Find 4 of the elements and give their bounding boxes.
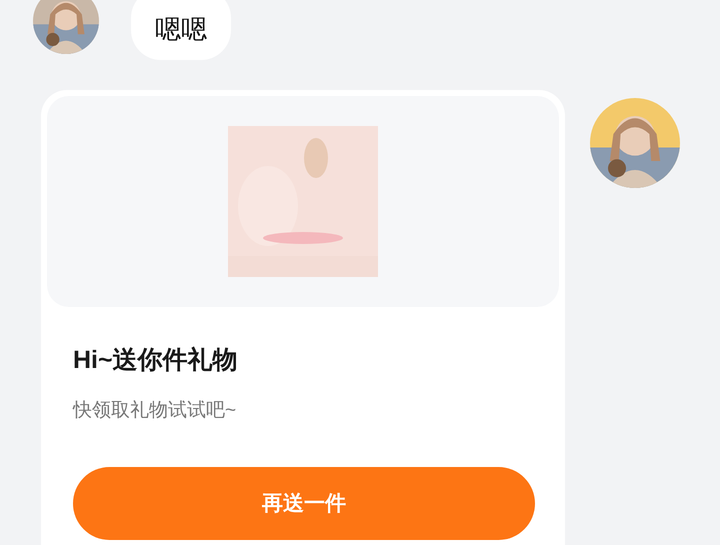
gift-title: Hi~送你件礼物 bbox=[73, 345, 239, 375]
chat-bubble: 嗯嗯 bbox=[131, 0, 231, 60]
send-again-button[interactable]: 再送一件 bbox=[73, 467, 535, 540]
gift-subtitle: 快领取礼物试试吧~ bbox=[73, 399, 238, 423]
